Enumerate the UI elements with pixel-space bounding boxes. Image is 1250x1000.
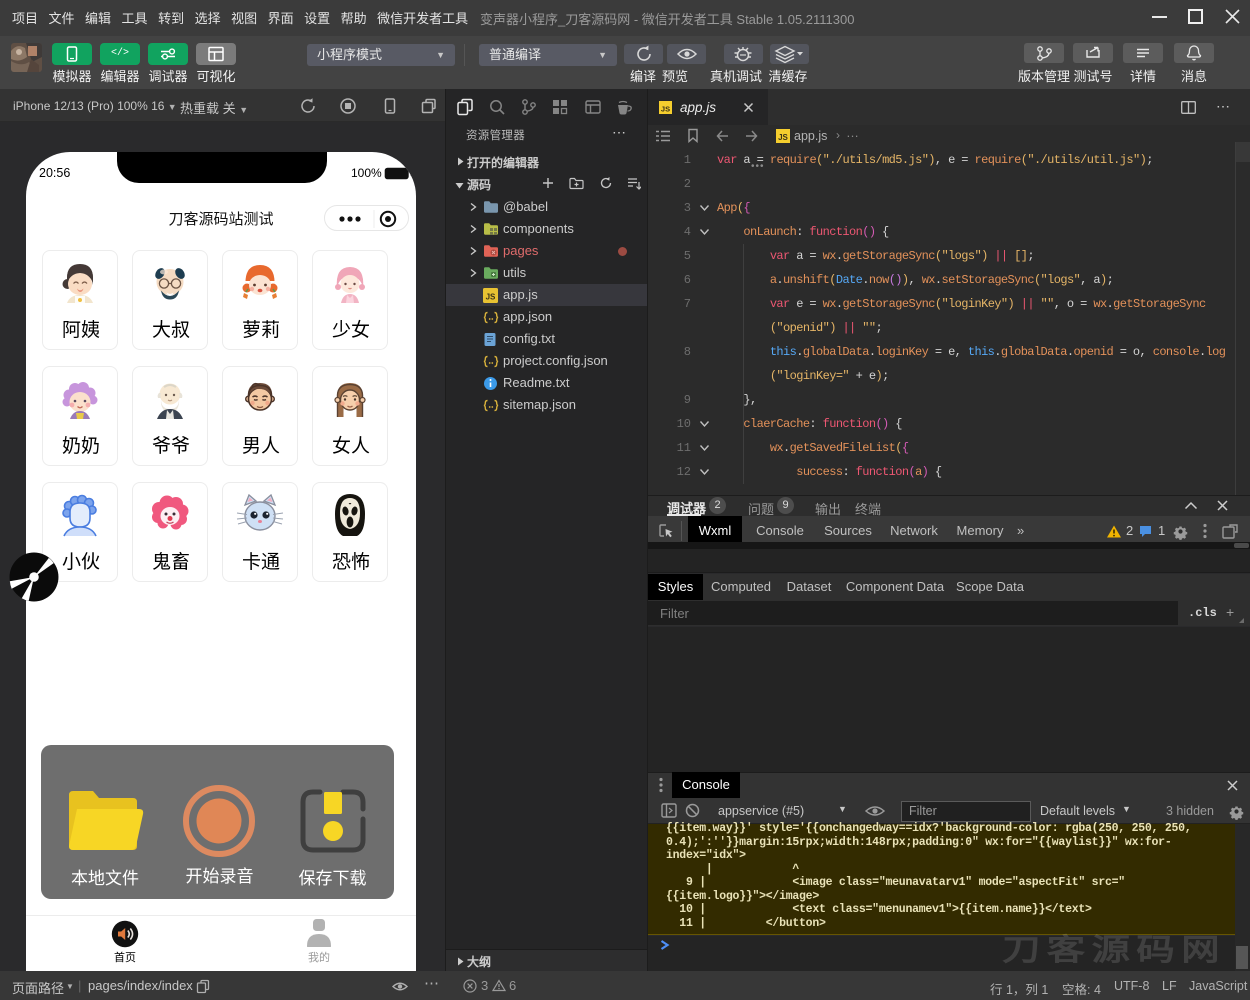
svg-text:JS: JS — [778, 133, 788, 142]
svg-text:JS: JS — [486, 293, 496, 302]
svg-text:JS: JS — [661, 105, 670, 114]
